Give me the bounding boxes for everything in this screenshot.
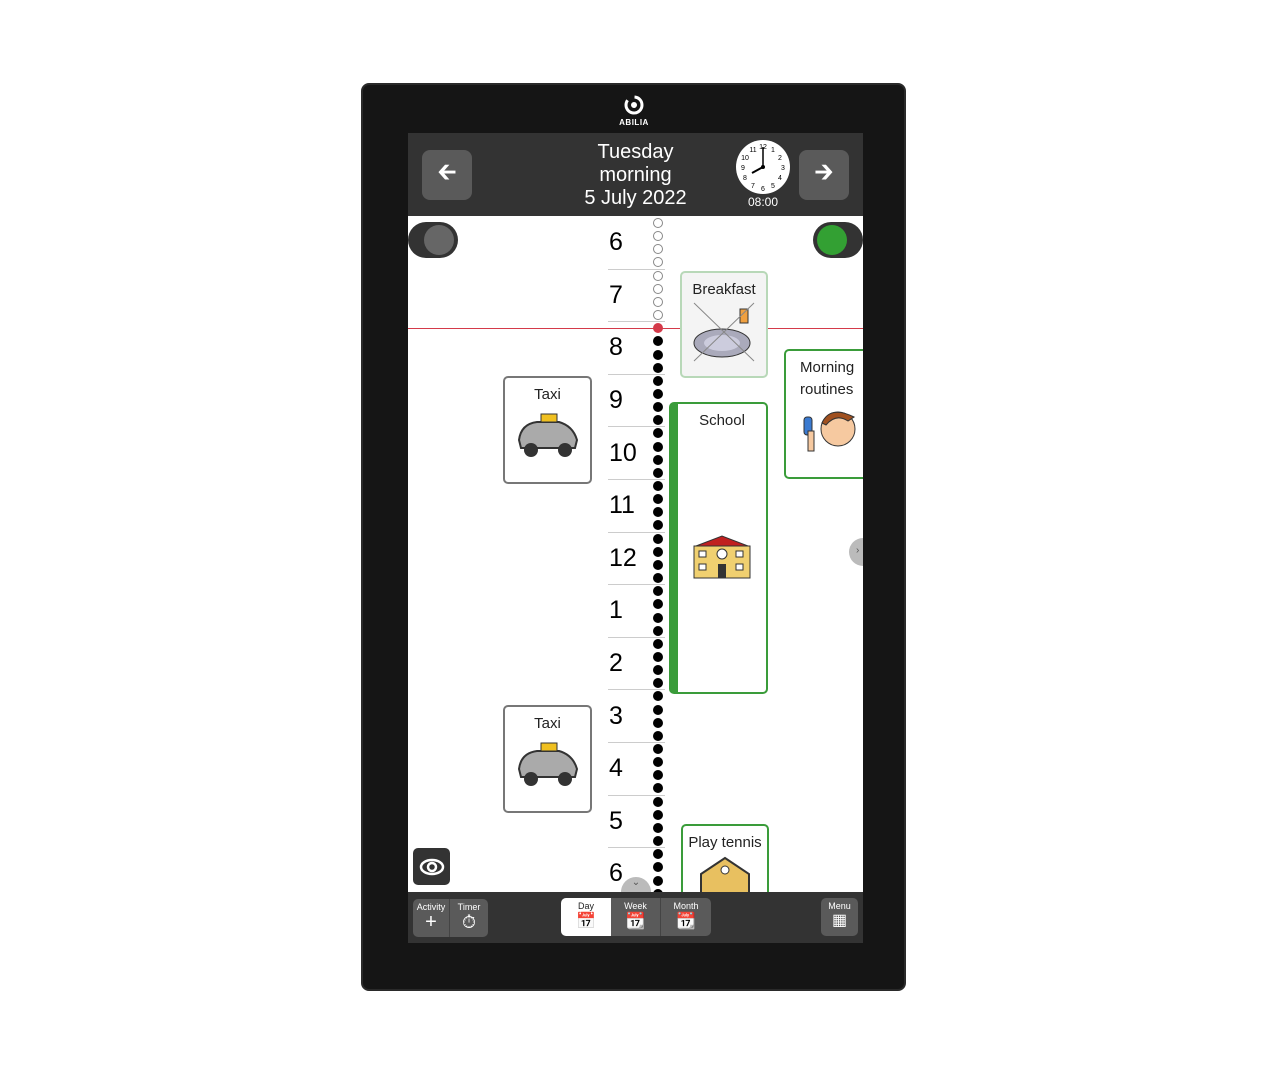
quarter-hour-dot <box>653 809 663 820</box>
eye-icon <box>419 858 444 875</box>
toggle-knob <box>817 225 847 255</box>
quarter-hour-dot <box>653 717 663 728</box>
quarter-hour-dot <box>653 349 663 360</box>
quarter-hour-dot <box>653 481 663 491</box>
quarter-hour-dot <box>653 638 663 649</box>
quarter-hour-dot <box>653 310 663 321</box>
activity-taxi-afternoon[interactable]: Taxi <box>503 705 592 813</box>
toggle-knob <box>424 225 454 255</box>
analog-clock-icon: 121234567891011 <box>736 140 790 194</box>
quarter-hour-dot <box>653 375 663 386</box>
next-day-button[interactable]: 🡲 <box>799 150 849 200</box>
svg-text:9: 9 <box>741 165 745 172</box>
quarter-hour-dot <box>653 454 663 465</box>
calendar-day-icon: 📅 <box>576 913 596 930</box>
add-group: Activity + Timer ⏱ <box>413 899 488 937</box>
quarter-hour-dot <box>653 651 663 662</box>
quarter-hour-dot <box>653 704 663 715</box>
arrow-right-icon: 🡲 <box>814 158 834 186</box>
quarter-hour-dot <box>653 270 663 281</box>
activity-morning-routines[interactable]: Morning routines <box>784 349 863 479</box>
tab-day[interactable]: Day 📅 <box>561 898 611 936</box>
previous-day-button[interactable]: 🡰 <box>422 150 472 200</box>
quarter-hour-dot <box>653 612 663 623</box>
view-tabs: Day 📅 Week 📆 Month 📆 <box>561 898 711 936</box>
left-toggle[interactable] <box>408 222 458 258</box>
eye-button[interactable] <box>413 848 450 885</box>
right-toggle[interactable] <box>813 222 863 258</box>
header: 🡰 Tuesday morning 5 July 2022 1212345678… <box>408 133 863 216</box>
quarter-hour-dot <box>653 559 663 570</box>
clock-time: 08:00 <box>747 195 779 209</box>
quarter-hour-dot <box>653 441 663 452</box>
quarter-hour-dot <box>653 730 663 741</box>
quarter-hour-dot <box>653 388 663 399</box>
activity-school[interactable]: School <box>669 402 768 694</box>
quarter-hour-dot <box>653 822 663 833</box>
quarter-hour-dot <box>653 467 663 478</box>
quarter-hour-dot <box>653 875 663 886</box>
tab-month[interactable]: Month 📆 <box>661 898 711 936</box>
screen: 🡰 Tuesday morning 5 July 2022 1212345678… <box>408 133 863 943</box>
plus-icon: + <box>425 911 437 933</box>
svg-text:3: 3 <box>781 165 785 172</box>
svg-text:8: 8 <box>743 175 747 182</box>
quarter-hour-dot <box>653 836 663 847</box>
quarter-hour-dot <box>653 744 663 754</box>
taxi-icon <box>517 742 578 786</box>
quarter-hour-dot <box>653 362 663 373</box>
breakfast-plate-icon <box>693 302 755 362</box>
quarter-hour-dot <box>653 283 663 294</box>
stopwatch-icon: ⏱ <box>461 912 477 932</box>
page-title: Tuesday morning 5 July 2022 <box>584 141 687 209</box>
quarter-hour-dot <box>653 218 663 228</box>
grid-menu-icon: ▦ <box>831 912 848 929</box>
side-panel-handle[interactable]: › <box>849 538 863 566</box>
quarter-hour-dot <box>653 573 663 584</box>
svg-text:10: 10 <box>741 155 749 162</box>
add-timer-button[interactable]: Timer ⏱ <box>450 899 488 937</box>
bottom-bar: Activity + Timer ⏱ Day 📅 Week 📆 Month 📆 Menu ▦ <box>408 892 863 943</box>
svg-text:7: 7 <box>751 183 755 190</box>
taxi-icon <box>517 413 578 457</box>
menu-button[interactable]: Menu ▦ <box>821 898 858 936</box>
quarter-hour-dot <box>653 533 663 544</box>
hair-brushing-icon <box>803 411 856 452</box>
quarter-hour-dot <box>653 625 663 636</box>
quarter-hour-dot <box>653 796 663 807</box>
svg-text:2: 2 <box>778 155 782 162</box>
activity-breakfast[interactable]: Breakfast <box>680 271 768 378</box>
add-activity-button[interactable]: Activity + <box>413 899 450 937</box>
svg-text:11: 11 <box>749 147 756 154</box>
tennis-club-icon <box>700 856 750 895</box>
svg-text:1: 1 <box>771 147 775 154</box>
svg-text:6: 6 <box>761 186 765 193</box>
svg-text:4: 4 <box>778 175 782 182</box>
arrow-left-icon: 🡰 <box>437 158 457 186</box>
activity-taxi-morning[interactable]: Taxi <box>503 376 592 484</box>
svg-text:5: 5 <box>771 183 775 190</box>
calendar-month-icon: 📆 <box>676 913 696 930</box>
calendar-week-icon: 📆 <box>625 913 646 930</box>
quarter-hour-dot <box>653 546 663 557</box>
current-time-line <box>408 328 863 330</box>
school-building-icon <box>693 535 751 579</box>
tab-week[interactable]: Week 📆 <box>611 898 661 936</box>
quarter-hour-dot <box>653 296 663 307</box>
abilia-logo: ABILIA <box>612 94 656 127</box>
